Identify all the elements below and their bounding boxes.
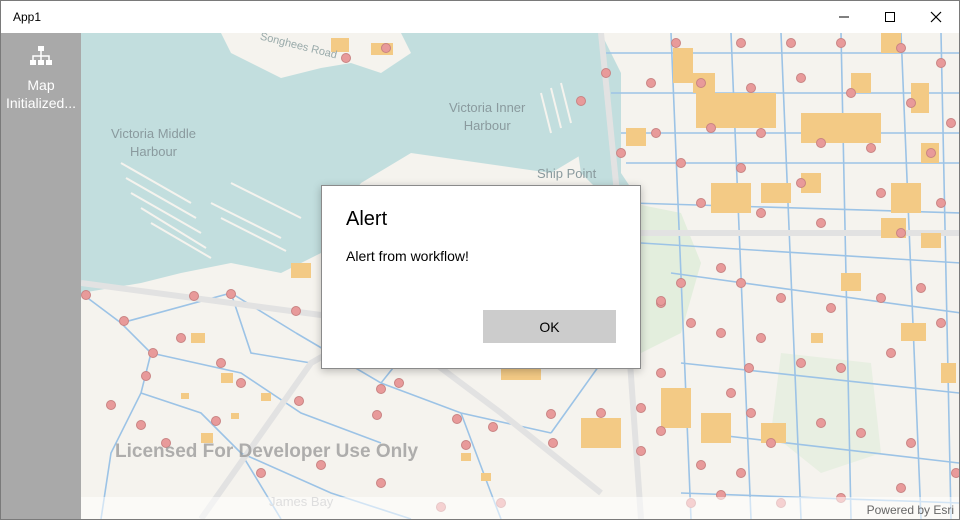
close-icon	[930, 11, 942, 23]
map-label-victoria-inner-harbour: Victoria Inner Harbour	[449, 100, 526, 133]
maximize-button[interactable]	[867, 1, 913, 33]
map-label-ship-point: Ship Point	[537, 166, 597, 181]
dialog-title: Alert	[346, 208, 388, 230]
minimize-button[interactable]	[821, 1, 867, 33]
sidebar-item-label: Map Initialized...	[5, 77, 77, 111]
sidebar-item-map[interactable]: Map Initialized...	[1, 45, 81, 112]
minimize-icon	[839, 16, 849, 18]
alert-dialog: Alert Alert from workflow! OK	[321, 185, 641, 369]
park-area	[771, 353, 881, 473]
sidebar: Map Initialized...	[1, 33, 81, 519]
attribution-text[interactable]: Powered by Esri	[867, 503, 954, 517]
close-button[interactable]	[913, 1, 959, 33]
dialog-message: Alert from workflow!	[346, 248, 469, 264]
app-window: App1 Map Initialized... Victoria Middle …	[0, 0, 960, 520]
title-bar[interactable]: App1	[1, 1, 959, 33]
maximize-icon	[885, 12, 895, 22]
map-label-victoria-middle-harbour: Victoria Middle Harbour	[111, 126, 197, 159]
hierarchy-icon	[30, 46, 52, 65]
ok-button[interactable]: OK	[483, 310, 616, 343]
attribution-bar: Powered by Esri	[81, 497, 959, 519]
license-watermark: Licensed For Developer Use Only	[115, 441, 419, 462]
window-title: App1	[13, 10, 42, 24]
